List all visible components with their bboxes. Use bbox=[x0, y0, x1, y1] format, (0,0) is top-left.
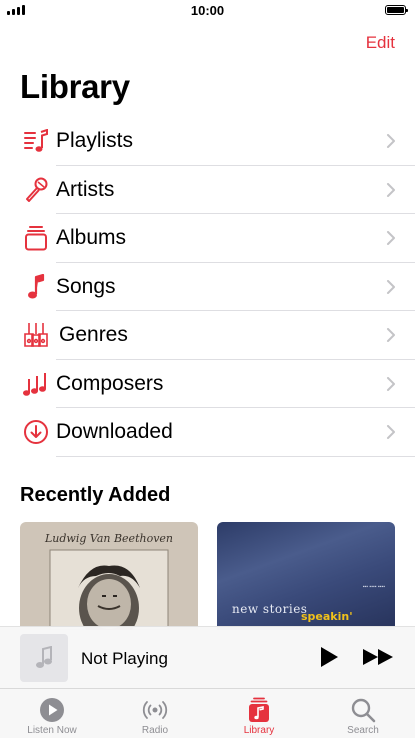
library-list: Playlists Artists Albums Songs Genres Co bbox=[0, 117, 415, 457]
status-bar: 10:00 bbox=[0, 0, 415, 22]
chevron-right-icon bbox=[387, 425, 395, 439]
album-cover-subtext: speakin' bbox=[301, 610, 353, 623]
chevron-right-icon bbox=[387, 376, 395, 391]
library-item-label: Composers bbox=[56, 371, 164, 395]
chevron-right-icon bbox=[387, 328, 395, 342]
tab-bar: Listen Now Radio Library Search bbox=[0, 688, 415, 738]
library-item-label: Genres bbox=[59, 323, 128, 346]
search-icon bbox=[351, 698, 376, 723]
library-icon bbox=[249, 697, 269, 722]
microphone-icon bbox=[22, 177, 50, 203]
library-item-label: Albums bbox=[56, 226, 127, 249]
chevron-right-icon bbox=[387, 182, 395, 197]
library-item-label: Artists bbox=[56, 177, 115, 201]
play-circle-icon bbox=[40, 698, 64, 722]
library-item-playlists[interactable]: Playlists bbox=[0, 117, 415, 166]
now-playing-title: Not Playing bbox=[81, 649, 168, 668]
album-card[interactable]: ▪▪▪ ▪▪▪▪ ▪▪▪▪ new stories speakin' bbox=[217, 522, 395, 630]
tab-label: Radio bbox=[141, 725, 169, 736]
album-stack-icon bbox=[22, 225, 50, 251]
music-note-icon bbox=[36, 646, 52, 668]
chevron-right-icon bbox=[387, 231, 395, 245]
section-title-recently-added: Recently Added bbox=[20, 484, 171, 506]
mini-player[interactable]: Not Playing bbox=[0, 626, 415, 688]
battery-icon bbox=[385, 5, 408, 15]
library-item-songs[interactable]: Songs bbox=[0, 263, 415, 312]
library-item-artists[interactable]: Artists bbox=[0, 166, 415, 215]
tab-label: Library bbox=[243, 725, 275, 736]
tab-label: Listen Now bbox=[27, 725, 77, 736]
library-item-label: Downloaded bbox=[56, 420, 173, 443]
radio-waves-icon bbox=[142, 701, 168, 719]
music-note-icon bbox=[22, 273, 50, 300]
library-item-composers[interactable]: Composers bbox=[0, 360, 415, 409]
fast-forward-icon[interactable] bbox=[362, 646, 396, 668]
album-cover-small-text: ▪▪▪ ▪▪▪▪ ▪▪▪▪ bbox=[362, 584, 385, 590]
tab-library[interactable]: Library bbox=[219, 693, 299, 737]
library-item-downloaded[interactable]: Downloaded bbox=[0, 408, 415, 457]
album-cover-text: new stories bbox=[232, 602, 308, 616]
library-item-label: Playlists bbox=[56, 129, 134, 152]
library-item-albums[interactable]: Albums bbox=[0, 214, 415, 263]
library-item-label: Songs bbox=[56, 274, 116, 298]
edit-button[interactable]: Edit bbox=[366, 33, 395, 53]
tab-search[interactable]: Search bbox=[323, 693, 403, 737]
chevron-right-icon bbox=[387, 279, 395, 294]
chevron-right-icon bbox=[387, 134, 395, 148]
music-notes-icon bbox=[22, 371, 50, 397]
album-art-portrait bbox=[49, 549, 169, 630]
album-card[interactable]: Ludwig Van Beethoven bbox=[20, 522, 198, 630]
download-circle-icon bbox=[22, 419, 50, 445]
library-item-genres[interactable]: Genres bbox=[0, 311, 415, 360]
tab-radio[interactable]: Radio bbox=[115, 693, 195, 737]
guitars-icon bbox=[22, 322, 50, 348]
page-title: Library bbox=[20, 68, 130, 105]
tab-listen-now[interactable]: Listen Now bbox=[12, 693, 92, 737]
status-time: 10:00 bbox=[190, 3, 225, 18]
playlist-icon bbox=[22, 128, 50, 154]
tab-label: Search bbox=[347, 725, 379, 736]
play-icon[interactable] bbox=[318, 646, 340, 668]
artwork-placeholder bbox=[20, 634, 68, 682]
